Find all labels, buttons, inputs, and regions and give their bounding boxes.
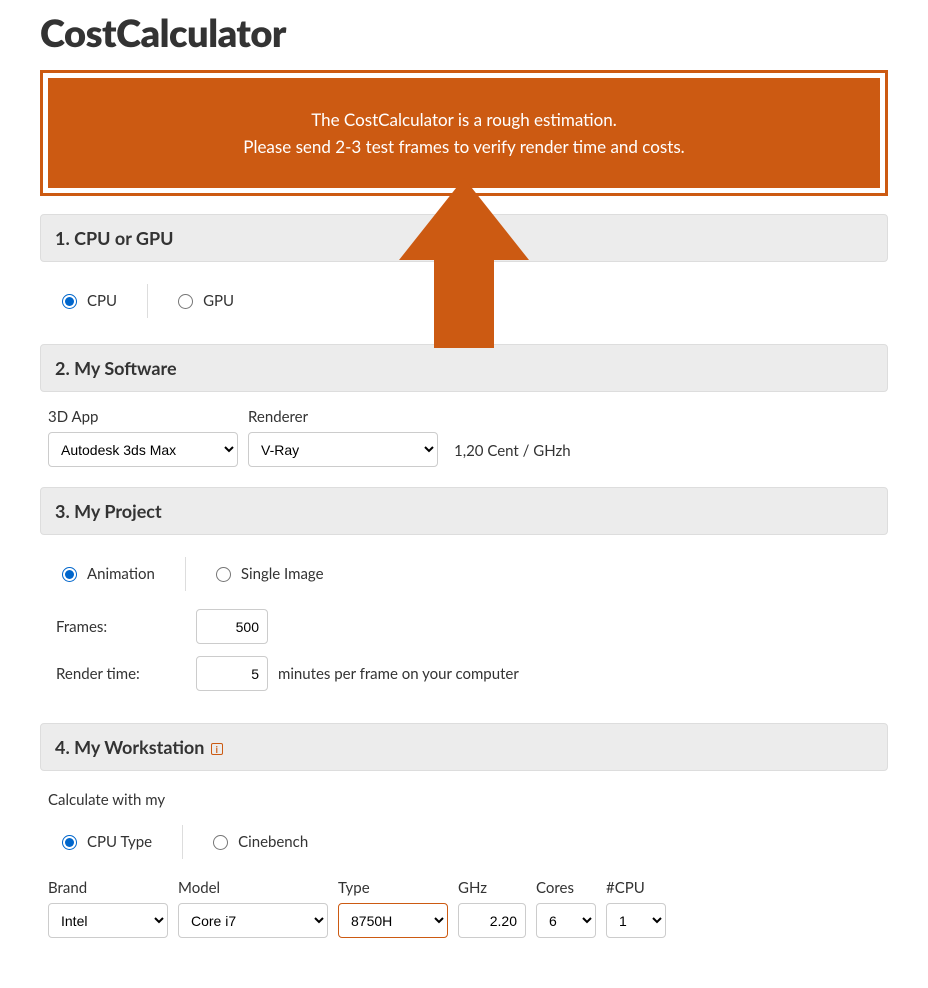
divider [182,825,183,859]
cpus-label: #CPU [606,879,666,897]
cpu-type-radio[interactable] [62,835,77,850]
notice-line-2: Please send 2-3 test frames to verify re… [68,133,860,160]
renderer-label: Renderer [248,408,438,426]
gpu-radio[interactable] [178,294,193,309]
type-select[interactable]: 8750H [338,903,448,938]
notice-banner: The CostCalculator is a rough estimation… [40,70,888,196]
ghz-input[interactable] [458,903,526,938]
model-select[interactable]: Core i7 [178,903,328,938]
cpu-gpu-radio-group: CPU GPU [48,278,880,324]
frames-input[interactable] [196,609,268,644]
calc-mode-radio-group: CPU Type Cinebench [48,819,880,865]
renderer-select[interactable]: V-Ray [248,432,438,467]
frames-label: Frames: [56,618,186,636]
section-heading-software: 2. My Software [40,344,888,392]
cinebench-radio[interactable] [213,835,228,850]
section-heading-project: 3. My Project [40,487,888,535]
cores-label: Cores [536,879,596,897]
animation-radio[interactable] [62,567,77,582]
cpus-select[interactable]: 1 [606,903,666,938]
section-heading-cpu-gpu: 1. CPU or GPU [40,214,888,262]
model-label: Model [178,879,328,897]
cpu-type-radio-label[interactable]: CPU Type [87,833,152,851]
app-select[interactable]: Autodesk 3ds Max [48,432,238,467]
ghz-label: GHz [458,879,526,897]
render-time-suffix: minutes per frame on your computer [278,665,519,683]
divider [147,284,148,318]
info-icon[interactable]: i [211,743,223,755]
animation-radio-label[interactable]: Animation [87,565,155,583]
cores-select[interactable]: 6 [536,903,596,938]
gpu-radio-label[interactable]: GPU [203,292,234,310]
calculate-with-label: Calculate with my [48,791,880,809]
rate-text: 1,20 Cent / GHzh [448,442,571,467]
cpu-radio[interactable] [62,294,77,309]
render-time-input[interactable] [196,656,268,691]
section-heading-workstation: 4. My Workstation i [40,723,888,771]
type-label: Type [338,879,448,897]
cinebench-radio-label[interactable]: Cinebench [238,833,308,851]
notice-line-1: The CostCalculator is a rough estimation… [68,106,860,133]
project-type-radio-group: Animation Single Image [48,551,880,597]
single-image-radio[interactable] [216,567,231,582]
divider [185,557,186,591]
brand-select[interactable]: Intel [48,903,168,938]
cpu-radio-label[interactable]: CPU [87,292,117,310]
single-image-radio-label[interactable]: Single Image [241,565,324,583]
render-time-label: Render time: [56,665,186,683]
app-label: 3D App [48,408,238,426]
page-title: CostCalculator [40,0,888,70]
brand-label: Brand [48,879,168,897]
